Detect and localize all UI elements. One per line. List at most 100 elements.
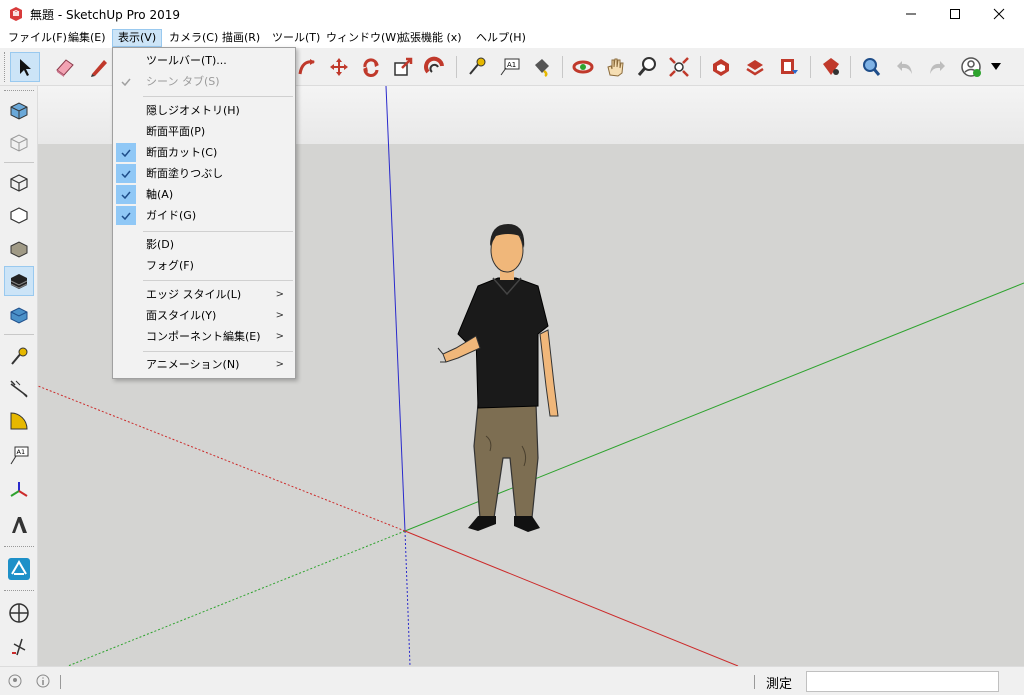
menu-extensions[interactable]: 拡張機能 (x)	[393, 29, 468, 47]
shaded-button[interactable]	[4, 234, 34, 264]
extension-manager-button[interactable]	[816, 52, 846, 82]
text-left-button[interactable]: A1	[4, 440, 34, 470]
zoom-extents-button[interactable]	[664, 52, 694, 82]
iso-view-icon	[10, 102, 28, 120]
dimension-button[interactable]	[4, 374, 34, 404]
account-button[interactable]	[956, 52, 986, 82]
person-figure[interactable]	[437, 224, 559, 532]
menu-help[interactable]: ヘルプ(H)	[470, 29, 532, 47]
select-tool-button[interactable]	[10, 52, 40, 82]
eraser-tool-button[interactable]	[50, 52, 80, 82]
move-tool-button[interactable]	[324, 52, 354, 82]
maximize-button[interactable]	[932, 0, 978, 28]
close-button[interactable]	[976, 0, 1022, 28]
search-button[interactable]	[856, 52, 886, 82]
menu-item-component-edit[interactable]: コンポーネント編集(E) >	[114, 326, 294, 347]
axes-tool-button[interactable]	[4, 476, 34, 506]
arc-tool-button[interactable]	[292, 52, 322, 82]
undo-button[interactable]	[890, 52, 920, 82]
account-dropdown-button[interactable]	[986, 52, 1006, 82]
zoom-button[interactable]	[632, 52, 662, 82]
3d-text-button[interactable]	[4, 510, 34, 540]
dimension-icon	[10, 380, 28, 398]
wireframe-box-button[interactable]	[4, 128, 34, 158]
minimize-button[interactable]	[888, 0, 934, 28]
scale-tool-icon	[394, 57, 413, 76]
pencil-tool-button[interactable]	[84, 52, 114, 82]
position-camera-button[interactable]	[4, 598, 34, 628]
paint-bucket-button[interactable]	[526, 52, 556, 82]
offset-tool-icon	[424, 56, 444, 74]
menu-view[interactable]: 表示(V)	[112, 29, 163, 47]
text-tool-button[interactable]: A1	[494, 52, 524, 82]
menu-item-edge-style[interactable]: エッジ スタイル(L) >	[114, 284, 294, 305]
protractor-button[interactable]	[4, 406, 34, 436]
view-menu-dropdown: ツールバー(T)... シーン タブ(S) 隠しジオメトリ(H) 断面平面(P)…	[112, 47, 296, 379]
menu-item-scene-tabs: シーン タブ(S)	[114, 71, 294, 92]
redo-button[interactable]	[922, 52, 952, 82]
pencil-tool-icon	[91, 60, 107, 77]
measure-label: 測定	[766, 677, 793, 692]
hidden-line-button[interactable]	[4, 200, 34, 230]
menu-item-section-cuts[interactable]: 断面カット(C)	[114, 142, 294, 163]
menu-item-guides[interactable]: ガイド(G)	[114, 205, 294, 226]
menu-item-section-planes[interactable]: 断面平面(P)	[114, 121, 294, 142]
tape-measure-icon	[11, 347, 28, 365]
layout-icon	[781, 59, 798, 74]
menu-item-fog[interactable]: フォグ(F)	[114, 255, 294, 276]
layout-button[interactable]	[774, 52, 804, 82]
back-edges-icon	[10, 174, 28, 192]
chevron-right-icon: >	[275, 310, 284, 321]
protractor-icon	[10, 412, 28, 430]
walk-button[interactable]	[4, 632, 34, 662]
menu-item-axes[interactable]: 軸(A)	[114, 184, 294, 205]
menu-tools[interactable]: ツール(T)	[266, 29, 326, 47]
back-edges-button[interactable]	[4, 168, 34, 198]
warehouse-icon	[713, 59, 729, 76]
text-tool-label: A1	[17, 448, 26, 456]
shaded-texture-button[interactable]	[4, 266, 34, 296]
monochrome-button[interactable]	[4, 300, 34, 330]
blue-axis	[385, 86, 406, 532]
orbit-button[interactable]	[568, 52, 598, 82]
account-icon	[961, 57, 981, 77]
hidden-line-icon	[10, 207, 28, 224]
left-toolbar: A1	[0, 86, 38, 666]
zoom-extents-icon	[669, 57, 689, 77]
measure-input[interactable]	[806, 671, 999, 692]
extension-warehouse-button[interactable]	[740, 52, 770, 82]
menu-item-hidden-geometry[interactable]: 隠しジオメトリ(H)	[114, 100, 294, 121]
paint-bucket-icon	[535, 59, 549, 78]
close-icon	[993, 8, 1005, 20]
menu-item-animation[interactable]: アニメーション(N) >	[114, 354, 294, 375]
sandbox-button[interactable]	[4, 554, 34, 584]
select-tool-icon	[20, 59, 31, 76]
menu-item-face-style[interactable]: 面スタイル(Y) >	[114, 305, 294, 326]
scale-tool-button[interactable]	[388, 52, 418, 82]
geolocation-icon[interactable]	[8, 674, 22, 688]
wireframe-box-icon	[10, 134, 28, 152]
menu-item-section-fill[interactable]: 断面塗りつぶし	[114, 163, 294, 184]
warehouse-button[interactable]	[706, 52, 736, 82]
chevron-right-icon: >	[275, 289, 284, 300]
menu-edit[interactable]: 編集(E)	[62, 29, 112, 47]
extension-warehouse-icon	[746, 60, 764, 76]
undo-icon	[897, 61, 912, 74]
redo-icon	[930, 61, 945, 74]
menu-draw[interactable]: 描画(R)	[216, 29, 266, 47]
chevron-right-icon: >	[275, 359, 284, 370]
monochrome-icon	[10, 307, 28, 324]
pan-button[interactable]	[600, 52, 630, 82]
tape-measure-button[interactable]	[462, 52, 492, 82]
extension-manager-icon	[823, 58, 839, 75]
tape-measure-left-button[interactable]	[4, 342, 34, 372]
red-axis-negative	[38, 385, 406, 532]
offset-tool-button[interactable]	[420, 52, 450, 82]
check-icon	[116, 143, 136, 162]
rotate-tool-button[interactable]	[356, 52, 386, 82]
menu-item-toolbars[interactable]: ツールバー(T)...	[114, 50, 294, 71]
menu-item-shadows[interactable]: 影(D)	[114, 234, 294, 255]
position-camera-icon	[9, 603, 29, 623]
iso-view-button[interactable]	[4, 96, 34, 126]
info-icon[interactable]	[36, 674, 50, 688]
